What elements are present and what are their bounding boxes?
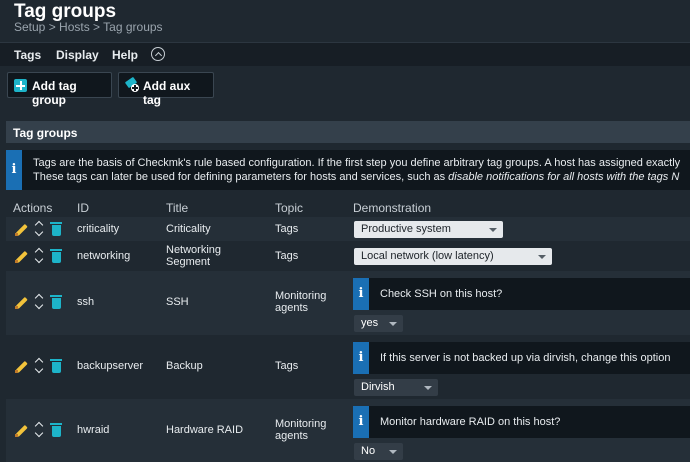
demo-question-box: i Monitor hardware RAID on this host? xyxy=(353,406,690,438)
up-down-icon[interactable] xyxy=(35,293,44,311)
collapse-menu-icon[interactable] xyxy=(151,47,165,61)
demo-question-box: i If this server is not backed up via di… xyxy=(353,342,690,374)
menu-display[interactable]: Display xyxy=(56,48,99,62)
row-topic: Monitoring agents xyxy=(275,290,327,314)
info-text-line2: These tags can later be used for definin… xyxy=(33,171,680,183)
row-title: Hardware RAID xyxy=(166,424,244,436)
pencil-icon[interactable] xyxy=(14,249,29,264)
row-title: Criticality xyxy=(166,223,211,235)
demo-select-value: yes xyxy=(361,317,379,329)
chevron-down-icon xyxy=(389,450,397,454)
col-header-id[interactable]: ID xyxy=(77,201,89,215)
demo-select-value: Local network (low latency) xyxy=(361,250,494,262)
col-header-actions: Actions xyxy=(13,201,53,215)
demo-question: If this server is not backed up via dirv… xyxy=(380,352,671,364)
demo-select[interactable]: Dirvish xyxy=(354,379,438,396)
info-icon: i xyxy=(358,414,364,429)
row-id: backupserver xyxy=(77,360,144,372)
col-header-title[interactable]: Title xyxy=(166,201,188,215)
chevron-down-icon xyxy=(538,255,546,259)
info-text-emphasis: disable notifications for all hosts with… xyxy=(448,171,680,183)
chevron-down-icon xyxy=(389,322,397,326)
row-actions xyxy=(14,221,64,237)
table-row: ssh SSH Monitoring agents i Check SSH on… xyxy=(6,271,690,335)
trash-icon[interactable] xyxy=(50,358,62,374)
demo-question: Check SSH on this host? xyxy=(380,288,503,300)
row-topic: Tags xyxy=(275,360,299,372)
pencil-icon[interactable] xyxy=(14,359,29,374)
trash-icon[interactable] xyxy=(50,422,62,438)
demo-select-value: No xyxy=(361,445,376,457)
row-id: ssh xyxy=(77,296,95,308)
info-box: i Tags are the basis of Checkmk's rule b… xyxy=(6,150,690,190)
table-row: networking Networking Segment Tags Local… xyxy=(6,241,690,271)
row-topic: Tags xyxy=(275,250,299,262)
row-id: networking xyxy=(77,250,131,262)
row-actions xyxy=(14,358,64,374)
demo-select-value: Productive system xyxy=(361,223,451,235)
table-row: criticality Criticality Tags Productive … xyxy=(6,217,690,241)
up-down-icon[interactable] xyxy=(35,247,44,265)
trash-icon[interactable] xyxy=(50,294,62,310)
aux-tag-icon xyxy=(124,76,139,92)
demo-select[interactable]: yes xyxy=(354,315,403,332)
row-topic: Tags xyxy=(275,223,299,235)
add-aux-tag-label: Add aux tag xyxy=(143,79,191,107)
info-icon: i xyxy=(358,350,364,365)
menu-help[interactable]: Help xyxy=(112,48,138,62)
page-header: Tag groups Setup > Hosts > Tag groups xyxy=(0,0,690,40)
info-icon: i xyxy=(11,162,17,177)
demo-question: Monitor hardware RAID on this host? xyxy=(380,416,561,428)
trash-icon[interactable] xyxy=(50,221,62,237)
pencil-icon[interactable] xyxy=(14,295,29,310)
info-icon: i xyxy=(358,286,364,301)
demo-select[interactable]: Productive system xyxy=(354,221,503,238)
row-topic: Monitoring agents xyxy=(275,418,327,442)
table-row: backupserver Backup Tags i If this serve… xyxy=(6,335,690,399)
pencil-icon[interactable] xyxy=(14,423,29,438)
add-tag-group-button[interactable]: Add tag group xyxy=(7,72,112,107)
row-actions xyxy=(14,248,64,264)
chevron-down-icon xyxy=(489,228,497,232)
menu-bar: Tags Display Help xyxy=(0,42,690,66)
section-header[interactable]: Tag groups xyxy=(6,121,690,143)
row-title: Backup xyxy=(166,360,203,372)
pencil-icon[interactable] xyxy=(14,222,29,237)
up-down-icon[interactable] xyxy=(35,357,44,375)
action-bar: Add tag group Add aux tag xyxy=(0,66,690,107)
up-down-icon[interactable] xyxy=(35,220,44,238)
row-actions xyxy=(14,422,64,438)
demo-select[interactable]: No xyxy=(354,443,403,460)
demo-select-value: Dirvish xyxy=(361,381,395,393)
row-id: hwraid xyxy=(77,424,110,436)
up-down-icon[interactable] xyxy=(35,421,44,439)
info-text-line1: Tags are the basis of Checkmk's rule bas… xyxy=(33,157,681,169)
demo-question-box: i Check SSH on this host? xyxy=(353,278,690,310)
row-actions xyxy=(14,294,64,310)
chevron-down-icon xyxy=(424,386,432,390)
col-header-topic[interactable]: Topic xyxy=(275,201,303,215)
add-icon xyxy=(14,79,27,92)
add-tag-group-label: Add tag group xyxy=(32,79,77,107)
table-row: hwraid Hardware RAID Monitoring agents i… xyxy=(6,399,690,462)
row-id: criticality xyxy=(77,223,120,235)
row-title: SSH xyxy=(166,296,189,308)
breadcrumb[interactable]: Setup > Hosts > Tag groups xyxy=(14,20,163,34)
trash-icon[interactable] xyxy=(50,248,62,264)
demo-select[interactable]: Local network (low latency) xyxy=(354,248,552,265)
add-aux-tag-button[interactable]: Add aux tag xyxy=(118,72,214,107)
col-header-demonstration: Demonstration xyxy=(353,201,432,215)
row-title: Networking Segment xyxy=(166,244,222,268)
menu-tags[interactable]: Tags xyxy=(14,48,41,62)
